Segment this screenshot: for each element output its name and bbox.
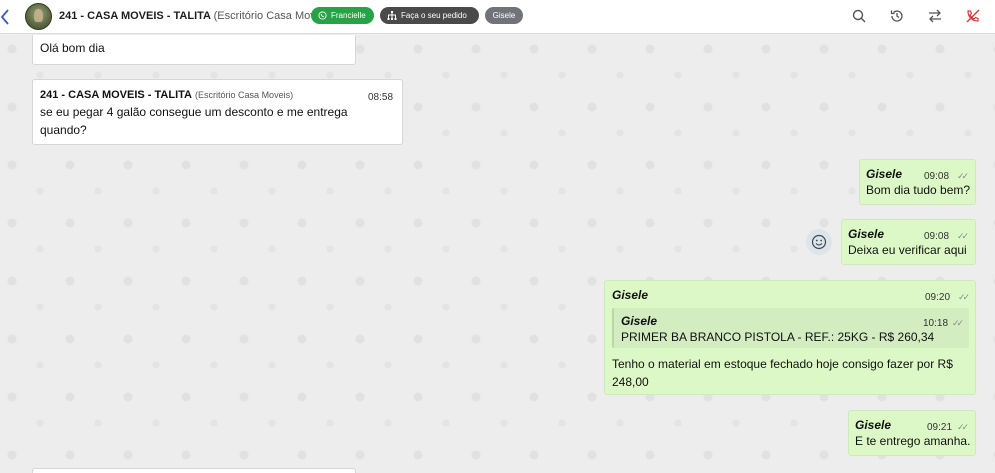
message-bubble: Gisele 09:08 ✓✓ Deixa eu verificar aqui — [841, 219, 976, 265]
message-text: Olá bom dia — [40, 41, 105, 55]
read-ticks-icon: ✓✓ — [952, 318, 964, 328]
contact-title[interactable]: 241 - CASA MOVEIS - TALITA (Escritório C… — [59, 10, 333, 22]
agent-tag[interactable]: Francielle — [311, 7, 374, 24]
message-text-line2: 248,00 — [612, 375, 649, 389]
search-icon[interactable] — [851, 8, 867, 24]
sender-line: 241 - CASA MOVEIS - TALITA (Escritório C… — [40, 86, 293, 104]
message-bubble: Gisele 09:08 ✓✓ Bom dia tudo bem? — [859, 159, 976, 205]
message-text-line1: se eu pegar 4 galão consegue um desconto… — [40, 105, 348, 119]
message-time: 08:58 — [368, 92, 394, 103]
message-list[interactable]: Olá bom dia 241 - CASA MOVEIS - TALITA (… — [0, 35, 995, 473]
whatsapp-icon — [318, 11, 327, 20]
message-bubble-partial — [32, 468, 356, 473]
transfer-icon[interactable] — [927, 8, 943, 24]
user-tag[interactable]: Gisele — [485, 7, 523, 24]
end-call-icon[interactable] — [965, 8, 981, 24]
back-arrow-icon[interactable] — [0, 8, 10, 26]
order-tag[interactable]: Faça o seu pedido — [380, 7, 479, 24]
message-bubble: Gisele 09:21 ✓✓ E te entrego amanha. — [848, 410, 976, 456]
message-text: Deixa eu verificar aqui — [848, 243, 967, 257]
quoted-message[interactable]: Gisele 10:18 ✓✓ PRIMER BA BRANCO PISTOLA… — [612, 308, 969, 348]
message-bubble: Gisele 09:20 ✓✓ Gisele 10:18 ✓✓ PRIMER B… — [604, 280, 976, 395]
message-text-line1: Tenho o material em estoque fechado hoje… — [612, 357, 953, 371]
sender-company: (Escritório Casa Moveis) — [195, 90, 294, 100]
react-button[interactable] — [806, 229, 832, 255]
order-tag-label: Faça o seu pedido — [401, 11, 467, 20]
emoji-icon — [811, 234, 827, 250]
message-text: Bom dia tudo bem? — [866, 183, 971, 197]
quoted-text: PRIMER BA BRANCO PISTOLA - REF.: 25KG - … — [621, 330, 935, 344]
chat-header: 241 - CASA MOVEIS - TALITA (Escritório C… — [0, 0, 995, 34]
contact-name: 241 - CASA MOVEIS - TALITA — [59, 10, 211, 22]
user-tag-label: Gisele — [492, 11, 516, 20]
read-ticks-icon: ✓✓ — [958, 292, 970, 302]
message-bubble: Olá bom dia — [32, 35, 356, 65]
message-text: E te entrego amanha. — [855, 434, 971, 448]
sitemap-icon — [387, 11, 397, 20]
agent-tag-label: Francielle — [331, 11, 366, 20]
message-text-line2: quando? — [40, 123, 87, 137]
message-time: 09:20 — [925, 292, 951, 303]
sender-name: 241 - CASA MOVEIS - TALITA — [40, 89, 192, 101]
contact-avatar[interactable] — [25, 3, 52, 30]
message-bubble: 241 - CASA MOVEIS - TALITA (Escritório C… — [32, 79, 403, 145]
history-icon[interactable] — [889, 8, 905, 24]
sender-name: Gisele — [612, 288, 649, 302]
